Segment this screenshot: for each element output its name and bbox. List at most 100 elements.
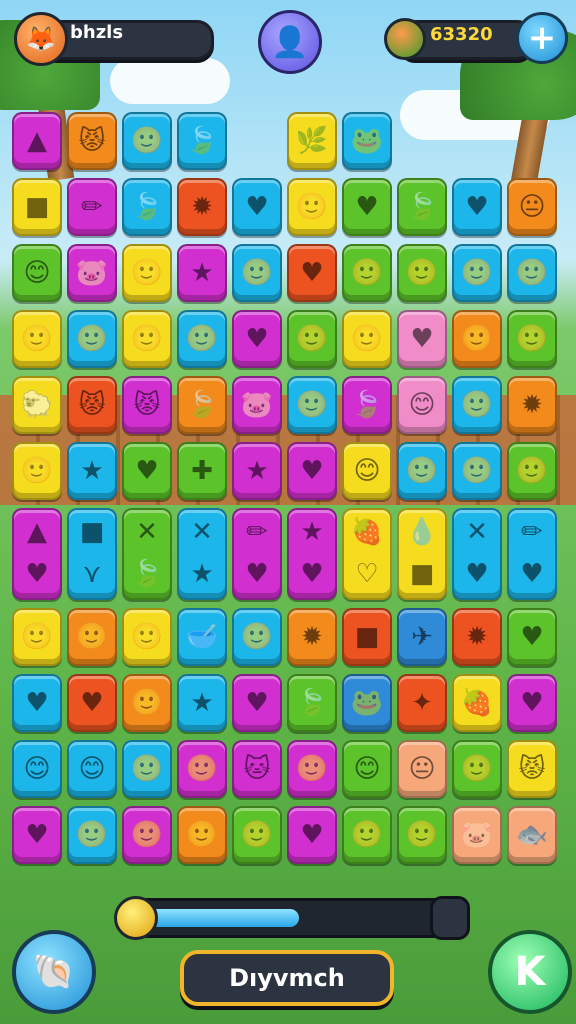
tile-r3-c5[interactable]: 🙂 (287, 310, 337, 368)
tile-r8-c7[interactable]: ✦ (397, 674, 447, 732)
tile-r10-c0[interactable]: ♥ (12, 806, 62, 864)
tile-r1-c8[interactable]: ♥ (452, 178, 502, 236)
tile-r2-c0[interactable]: 😊 (12, 244, 62, 302)
tile-r3-c0[interactable]: 🙂 (12, 310, 62, 368)
tile-r3-c6[interactable]: 🙂 (342, 310, 392, 368)
tile-r2-c3[interactable]: ★ (177, 244, 227, 302)
tile-r1-c3[interactable]: ✹ (177, 178, 227, 236)
tile-r4-c8[interactable]: 🙂 (452, 376, 502, 434)
tile-r0-c1[interactable]: 😾 (67, 112, 117, 170)
tile-r6-c9[interactable]: ✏ ♥ (507, 508, 557, 600)
add-currency-button[interactable]: + (516, 12, 568, 64)
tile-r2-c4[interactable]: 🙂 (232, 244, 282, 302)
tile-r7-c9[interactable]: ♥ (507, 608, 557, 666)
tile-r1-c9[interactable]: 😐 (507, 178, 557, 236)
tile-r0-c6[interactable]: 🐸 (342, 112, 392, 170)
tile-r5-c9[interactable]: 🙂 (507, 442, 557, 500)
tile-r8-c0[interactable]: ♥ (12, 674, 62, 732)
tile-r10-c1[interactable]: 🙂 (67, 806, 117, 864)
tile-r9-c6[interactable]: 😊 (342, 740, 392, 798)
main-action-button[interactable]: Dıyvmch (180, 950, 394, 1006)
tile-r10-c2[interactable]: 🙂 (122, 806, 172, 864)
tile-r5-c0[interactable]: 🙂 (12, 442, 62, 500)
tile-r0-c0[interactable]: ▲ (12, 112, 62, 170)
tile-r6-c2[interactable]: ✕ 🍃 (122, 508, 172, 600)
tile-r5-c5[interactable]: ♥ (287, 442, 337, 500)
tile-r9-c9[interactable]: 😾 (507, 740, 557, 798)
tile-r6-c8[interactable]: ✕ ♥ (452, 508, 502, 600)
tile-r2-c1[interactable]: 🐷 (67, 244, 117, 302)
tile-r10-c7[interactable]: 🙂 (397, 806, 447, 864)
tile-r5-c1[interactable]: ★ (67, 442, 117, 500)
tile-r4-c4[interactable]: 🐷 (232, 376, 282, 434)
tile-r2-c6[interactable]: 🙂 (342, 244, 392, 302)
tile-r4-c1[interactable]: 😾 (67, 376, 117, 434)
tile-r7-c2[interactable]: 🙂 (122, 608, 172, 666)
tile-r2-c2[interactable]: 🙂 (122, 244, 172, 302)
profile-button[interactable]: 👤 (258, 10, 322, 74)
tile-r9-c8[interactable]: 🙂 (452, 740, 502, 798)
tile-r6-c1[interactable]: ■ ⋎ (67, 508, 117, 600)
tile-r3-c7[interactable]: ♥ (397, 310, 447, 368)
tile-r6-c0[interactable]: ▲ ♥ (12, 508, 62, 600)
tile-r4-c5[interactable]: 🙂 (287, 376, 337, 434)
tile-r3-c9[interactable]: 🙂 (507, 310, 557, 368)
tile-r8-c4[interactable]: ♥ (232, 674, 282, 732)
tile-r10-c8[interactable]: 🐷 (452, 806, 502, 864)
tile-r1-c4[interactable]: ♥ (232, 178, 282, 236)
tile-r2-c9[interactable]: 🙂 (507, 244, 557, 302)
tile-r8-c2[interactable]: 🙂 (122, 674, 172, 732)
tile-r1-c5[interactable]: 🙂 (287, 178, 337, 236)
tile-r3-c8[interactable]: 🙂 (452, 310, 502, 368)
tile-r3-c4[interactable]: ♥ (232, 310, 282, 368)
tile-r2-c7[interactable]: 🙂 (397, 244, 447, 302)
tile-r8-c1[interactable]: ♥ (67, 674, 117, 732)
tile-r5-c6[interactable]: 😊 (342, 442, 392, 500)
tile-r10-c5[interactable]: ♥ (287, 806, 337, 864)
tile-r6-c5[interactable]: ★ ♥ (287, 508, 337, 600)
tile-r7-c0[interactable]: 🙂 (12, 608, 62, 666)
tile-r9-c7[interactable]: 😐 (397, 740, 447, 798)
tile-r7-c3[interactable]: 🥣 (177, 608, 227, 666)
tile-r2-c8[interactable]: 🙂 (452, 244, 502, 302)
tile-r10-c3[interactable]: 🙂 (177, 806, 227, 864)
tile-r6-c4[interactable]: ✏ ♥ (232, 508, 282, 600)
tile-r9-c4[interactable]: 🐱 (232, 740, 282, 798)
tile-r5-c4[interactable]: ★ (232, 442, 282, 500)
tile-r8-c6[interactable]: 🐸 (342, 674, 392, 732)
tile-r4-c6[interactable]: 🍃 (342, 376, 392, 434)
tile-r9-c5[interactable]: 🙂 (287, 740, 337, 798)
tile-r6-c7[interactable]: 💧 ■ (397, 508, 447, 600)
tile-r4-c3[interactable]: 🍃 (177, 376, 227, 434)
tile-r0-c3[interactable]: 🍃 (177, 112, 227, 170)
tile-r7-c8[interactable]: ✹ (452, 608, 502, 666)
tile-r6-c6[interactable]: 🍓 ♡ (342, 508, 392, 600)
tile-r1-c0[interactable]: ■ (12, 178, 62, 236)
tile-r3-c1[interactable]: 🙂 (67, 310, 117, 368)
tile-r7-c4[interactable]: 🙂 (232, 608, 282, 666)
tile-r5-c3[interactable]: ✚ (177, 442, 227, 500)
tile-r4-c9[interactable]: ✹ (507, 376, 557, 434)
tile-r9-c3[interactable]: 🙂 (177, 740, 227, 798)
tile-r8-c9[interactable]: ♥ (507, 674, 557, 732)
tile-r7-c5[interactable]: ✹ (287, 608, 337, 666)
tile-r9-c0[interactable]: 😊 (12, 740, 62, 798)
tile-r10-c4[interactable]: 🙂 (232, 806, 282, 864)
tile-r8-c5[interactable]: 🍃 (287, 674, 337, 732)
tile-r4-c2[interactable]: 😾 (122, 376, 172, 434)
tile-r4-c7[interactable]: 😊 (397, 376, 447, 434)
tile-r9-c2[interactable]: 🙂 (122, 740, 172, 798)
tile-r9-c1[interactable]: 😊 (67, 740, 117, 798)
tile-r5-c2[interactable]: ♥ (122, 442, 172, 500)
tile-r5-c8[interactable]: 🙂 (452, 442, 502, 500)
tile-r3-c3[interactable]: 🙂 (177, 310, 227, 368)
tile-r1-c6[interactable]: ♥ (342, 178, 392, 236)
tile-r8-c3[interactable]: ★ (177, 674, 227, 732)
k-button[interactable]: K (488, 930, 572, 1014)
tile-r0-c5[interactable]: 🌿 (287, 112, 337, 170)
tile-r3-c2[interactable]: 🙂 (122, 310, 172, 368)
tile-r4-c0[interactable]: 🐑 (12, 376, 62, 434)
tile-r1-c2[interactable]: 🍃 (122, 178, 172, 236)
shell-icon[interactable]: 🐚 (12, 930, 96, 1014)
tile-r7-c7[interactable]: ✈ (397, 608, 447, 666)
